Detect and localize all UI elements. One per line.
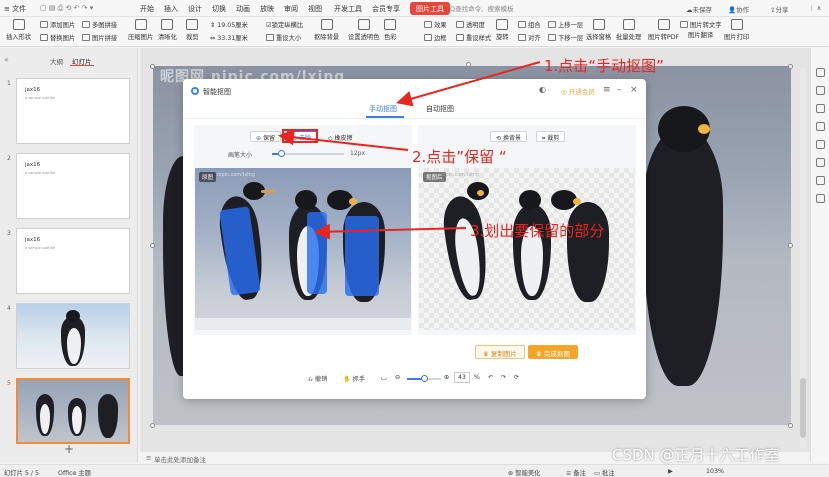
image-icon[interactable] bbox=[816, 158, 825, 167]
comments-toggle[interactable]: ▭ 批注 bbox=[594, 468, 615, 477]
status-bar: 幻灯片 5 / 5 Office 主题 ⊛ 智能美化 ≡ 备注 ▭ 批注 ▶ 1… bbox=[0, 464, 829, 477]
csdn-watermark: CSDN @正月十六工作室 bbox=[612, 446, 780, 464]
arrow-step3 bbox=[314, 223, 467, 240]
copy-icon[interactable] bbox=[816, 194, 825, 203]
slide-counter: 幻灯片 5 / 5 bbox=[4, 470, 40, 477]
right-toolbar bbox=[810, 48, 829, 462]
image-watermark-small: nipic.com/lxing bbox=[441, 172, 479, 178]
wps-window: ≡ 文件 ▢ ▤ ⎙ ⟲ ↶ ↷ ▾ 开始 插入 设计 切换 动画 放映 审阅 … bbox=[0, 0, 829, 477]
play-icon[interactable]: ▶ bbox=[668, 468, 673, 475]
arrow-step1 bbox=[396, 61, 541, 107]
annotation-arrows bbox=[278, 61, 541, 240]
shape-icon[interactable] bbox=[816, 86, 825, 95]
notes-placeholder: 单击此处添加备注 bbox=[154, 456, 206, 464]
original-tag: 原图 bbox=[199, 172, 217, 182]
comment-icon: ▭ bbox=[594, 470, 602, 477]
notes-toggle[interactable]: ≡ 备注 bbox=[566, 468, 586, 477]
location-icon[interactable] bbox=[816, 176, 825, 185]
settings-icon[interactable] bbox=[816, 140, 825, 149]
theme-name: Office 主题 bbox=[58, 470, 91, 477]
star-icon[interactable] bbox=[816, 104, 825, 113]
zoom-level[interactable]: 103% bbox=[706, 468, 724, 475]
arrow-step2 bbox=[278, 129, 409, 151]
smart-beautify-button[interactable]: ⊛ 智能美化 bbox=[508, 468, 540, 477]
notes-toggle-label: 备注 bbox=[573, 470, 586, 477]
notes-icon: ≡ bbox=[146, 454, 152, 462]
pin-icon[interactable] bbox=[816, 122, 825, 131]
comments-toggle-label: 批注 bbox=[601, 470, 615, 477]
smart-beautify-label: 智能美化 bbox=[515, 470, 541, 477]
image-watermark-small: nipic.com/lxing bbox=[217, 172, 255, 178]
select-icon[interactable] bbox=[816, 68, 825, 77]
